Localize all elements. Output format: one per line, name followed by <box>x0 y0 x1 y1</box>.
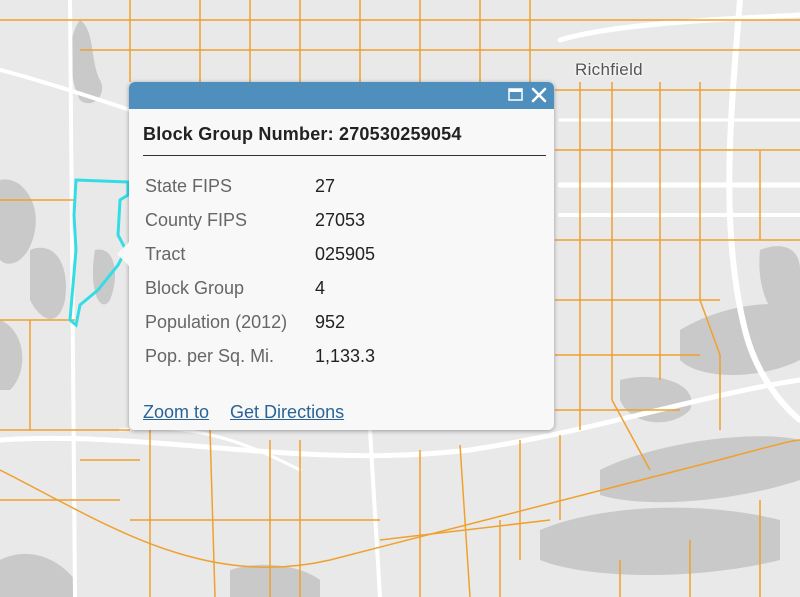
attribute-value: 025905 <box>315 243 376 264</box>
maximize-button[interactable] <box>508 88 523 101</box>
attribute-value: 952 <box>315 311 346 332</box>
attribute-value: 27053 <box>315 209 366 230</box>
attribute-label: County FIPS <box>145 209 248 230</box>
maximize-icon <box>508 88 523 101</box>
attribute-row: Population (2012) 952 <box>145 305 375 339</box>
popup-title: Block Group Number: 270530259054 <box>143 124 462 144</box>
attribute-label: State FIPS <box>145 175 233 196</box>
attribute-label: Tract <box>145 243 186 264</box>
attribute-label: Population (2012) <box>145 311 288 332</box>
attribute-value: 4 <box>315 277 326 298</box>
zoom-to-link[interactable]: Zoom to <box>143 402 209 422</box>
attribute-row: County FIPS 27053 <box>145 203 375 237</box>
title-divider <box>143 155 546 156</box>
popup-actions: Zoom to Get Directions <box>143 402 360 423</box>
get-directions-link[interactable]: Get Directions <box>230 402 344 422</box>
attribute-row: Tract 025905 <box>145 237 375 271</box>
close-button[interactable] <box>530 86 548 104</box>
attribute-label: Pop. per Sq. Mi. <box>145 345 275 366</box>
close-icon <box>531 87 547 103</box>
info-popup: Block Group Number: 270530259054 State F… <box>117 82 554 430</box>
attribute-value: 1,133.3 <box>315 345 376 366</box>
attribute-value: 27 <box>315 175 336 196</box>
attribute-row: Block Group 4 <box>145 271 375 305</box>
attribute-table: State FIPS 27 County FIPS 27053 Tract 02… <box>145 169 375 373</box>
popup-pointer <box>117 242 129 266</box>
attribute-label: Block Group <box>145 277 245 298</box>
popup-header <box>129 82 554 109</box>
attribute-row: State FIPS 27 <box>145 169 375 203</box>
attribute-row: Pop. per Sq. Mi. 1,133.3 <box>145 339 375 373</box>
place-label-richfield: Richfield <box>575 60 643 79</box>
